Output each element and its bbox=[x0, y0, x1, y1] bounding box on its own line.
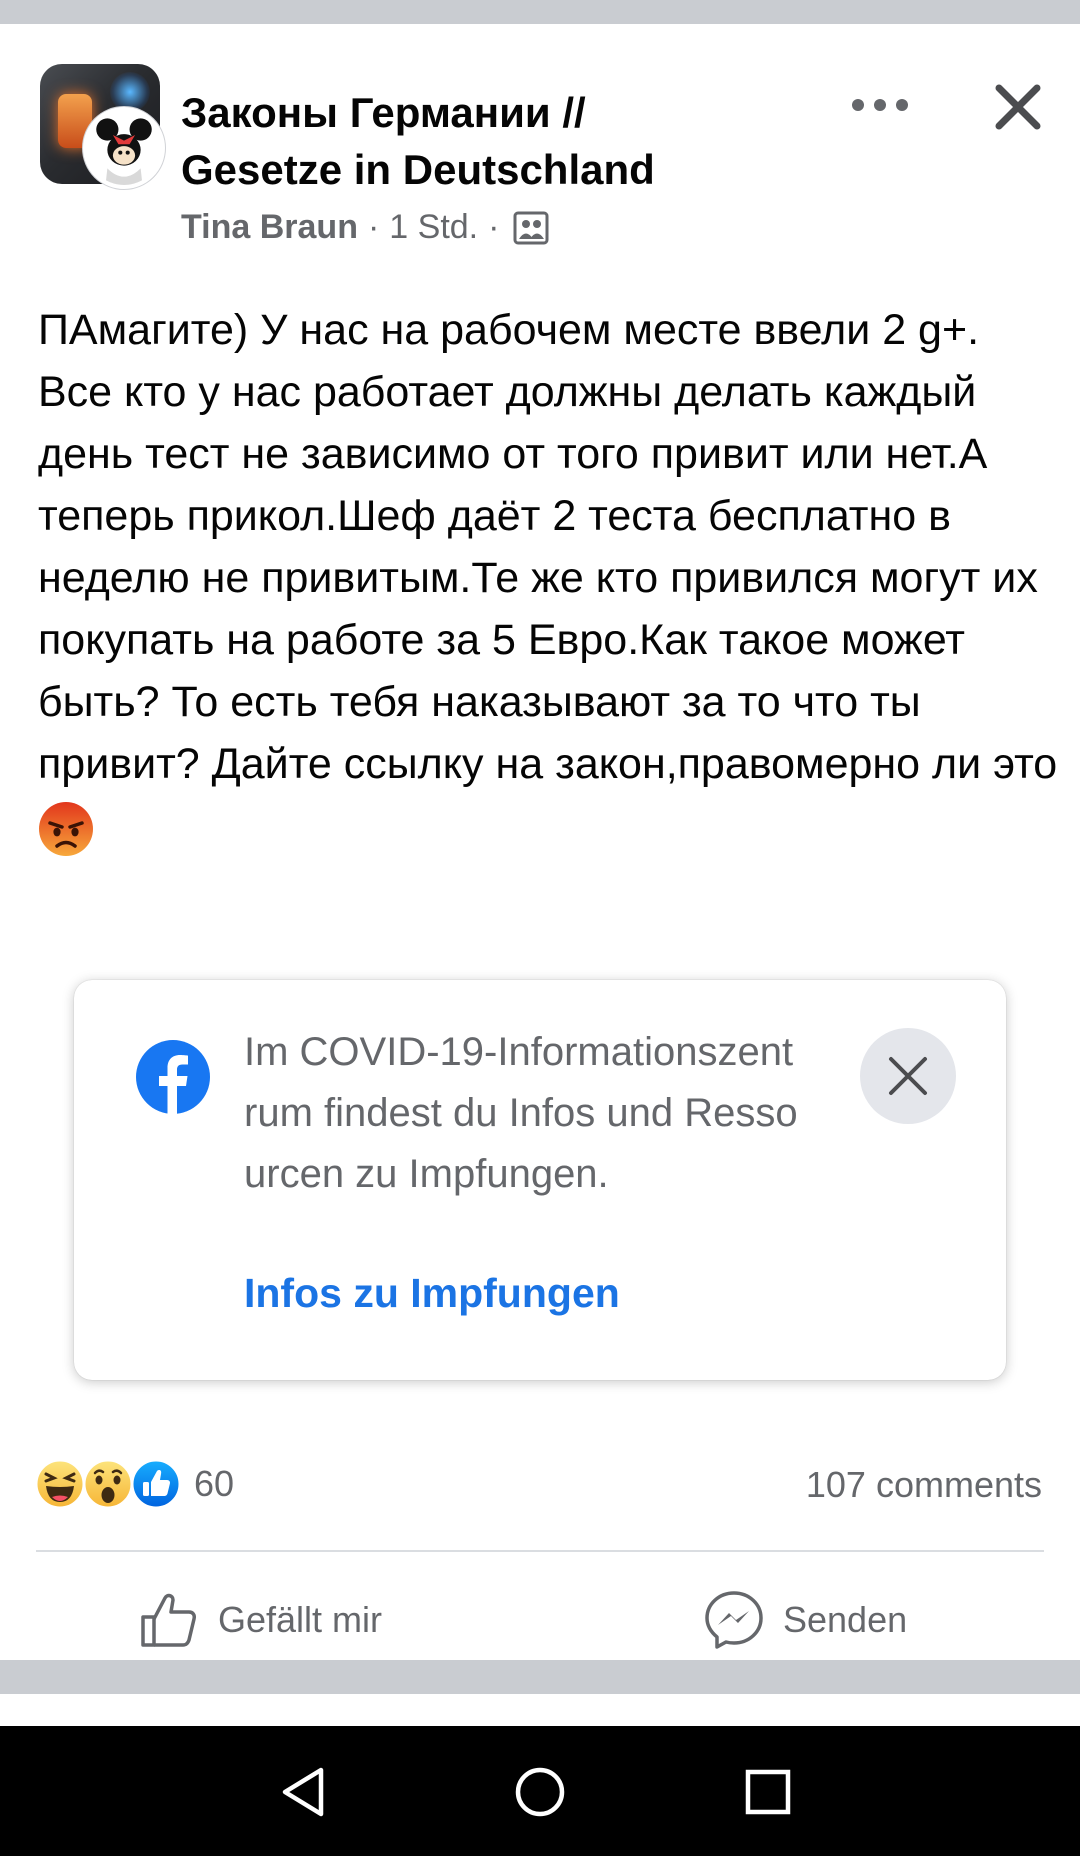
like-reaction-icon bbox=[130, 1458, 182, 1510]
more-dots-icon[interactable] bbox=[852, 90, 908, 120]
send-button[interactable]: Senden bbox=[703, 1582, 907, 1658]
reaction-summary[interactable]: 60 bbox=[34, 1458, 234, 1510]
reaction-count[interactable]: 60 bbox=[194, 1463, 234, 1505]
post-meta: Tina Braun · 1 Std. · bbox=[181, 208, 549, 247]
wow-reaction-icon bbox=[82, 1458, 134, 1510]
feed-separator-bottom bbox=[0, 1660, 1080, 1694]
divider bbox=[36, 1550, 1044, 1552]
group-name[interactable]: Законы Германии // Gesetze in Deutschlan… bbox=[181, 84, 741, 198]
group-name-line2[interactable]: Gesetze in Deutschland bbox=[181, 141, 741, 198]
like-label[interactable]: Gefällt mir bbox=[218, 1599, 382, 1641]
comments-count[interactable]: 107 comments bbox=[806, 1464, 1042, 1506]
home-icon[interactable] bbox=[508, 1760, 572, 1824]
close-icon[interactable] bbox=[993, 82, 1043, 132]
next-post-edge bbox=[0, 1694, 1080, 1726]
angry-face-emoji bbox=[38, 801, 94, 857]
post-body: ПАмагите) У нас на рабочем месте ввели 2… bbox=[38, 306, 1058, 788]
group-name-line1[interactable]: Законы Германии // bbox=[181, 84, 741, 141]
vaccine-info-link[interactable]: Infos zu Impfungen bbox=[244, 1270, 620, 1317]
post-card: Законы Германии // Gesetze in Deutschlan… bbox=[0, 24, 1080, 1660]
author-name[interactable]: Tina Braun bbox=[181, 208, 358, 247]
thumbs-up-icon bbox=[141, 1593, 196, 1647]
post-avatar[interactable] bbox=[40, 64, 170, 194]
meta-separator: · bbox=[488, 208, 500, 246]
covid-info-card: Im COVID-19-Informationszentrum findest … bbox=[74, 980, 1006, 1380]
android-navigation-bar bbox=[0, 1726, 1080, 1856]
haha-reaction-icon bbox=[34, 1458, 86, 1510]
facebook-logo-icon bbox=[136, 1040, 210, 1114]
info-text: Im COVID-19-Informationszentrum findest … bbox=[244, 1030, 798, 1196]
reaction-icons[interactable] bbox=[34, 1458, 186, 1510]
post-text: ПАмагите) У нас на рабочем месте ввели 2… bbox=[38, 299, 1058, 857]
back-icon[interactable] bbox=[275, 1760, 339, 1824]
feed-separator-top bbox=[0, 0, 1080, 24]
close-icon[interactable] bbox=[860, 1028, 956, 1124]
send-label[interactable]: Senden bbox=[783, 1599, 907, 1641]
messenger-icon bbox=[705, 1591, 763, 1649]
group-icon bbox=[513, 211, 549, 245]
user-avatar[interactable] bbox=[83, 107, 165, 189]
meta-separator: · bbox=[367, 208, 380, 246]
post-time[interactable]: 1 Std. bbox=[389, 208, 478, 247]
like-button[interactable]: Gefällt mir bbox=[138, 1582, 382, 1658]
recents-icon[interactable] bbox=[736, 1760, 800, 1824]
